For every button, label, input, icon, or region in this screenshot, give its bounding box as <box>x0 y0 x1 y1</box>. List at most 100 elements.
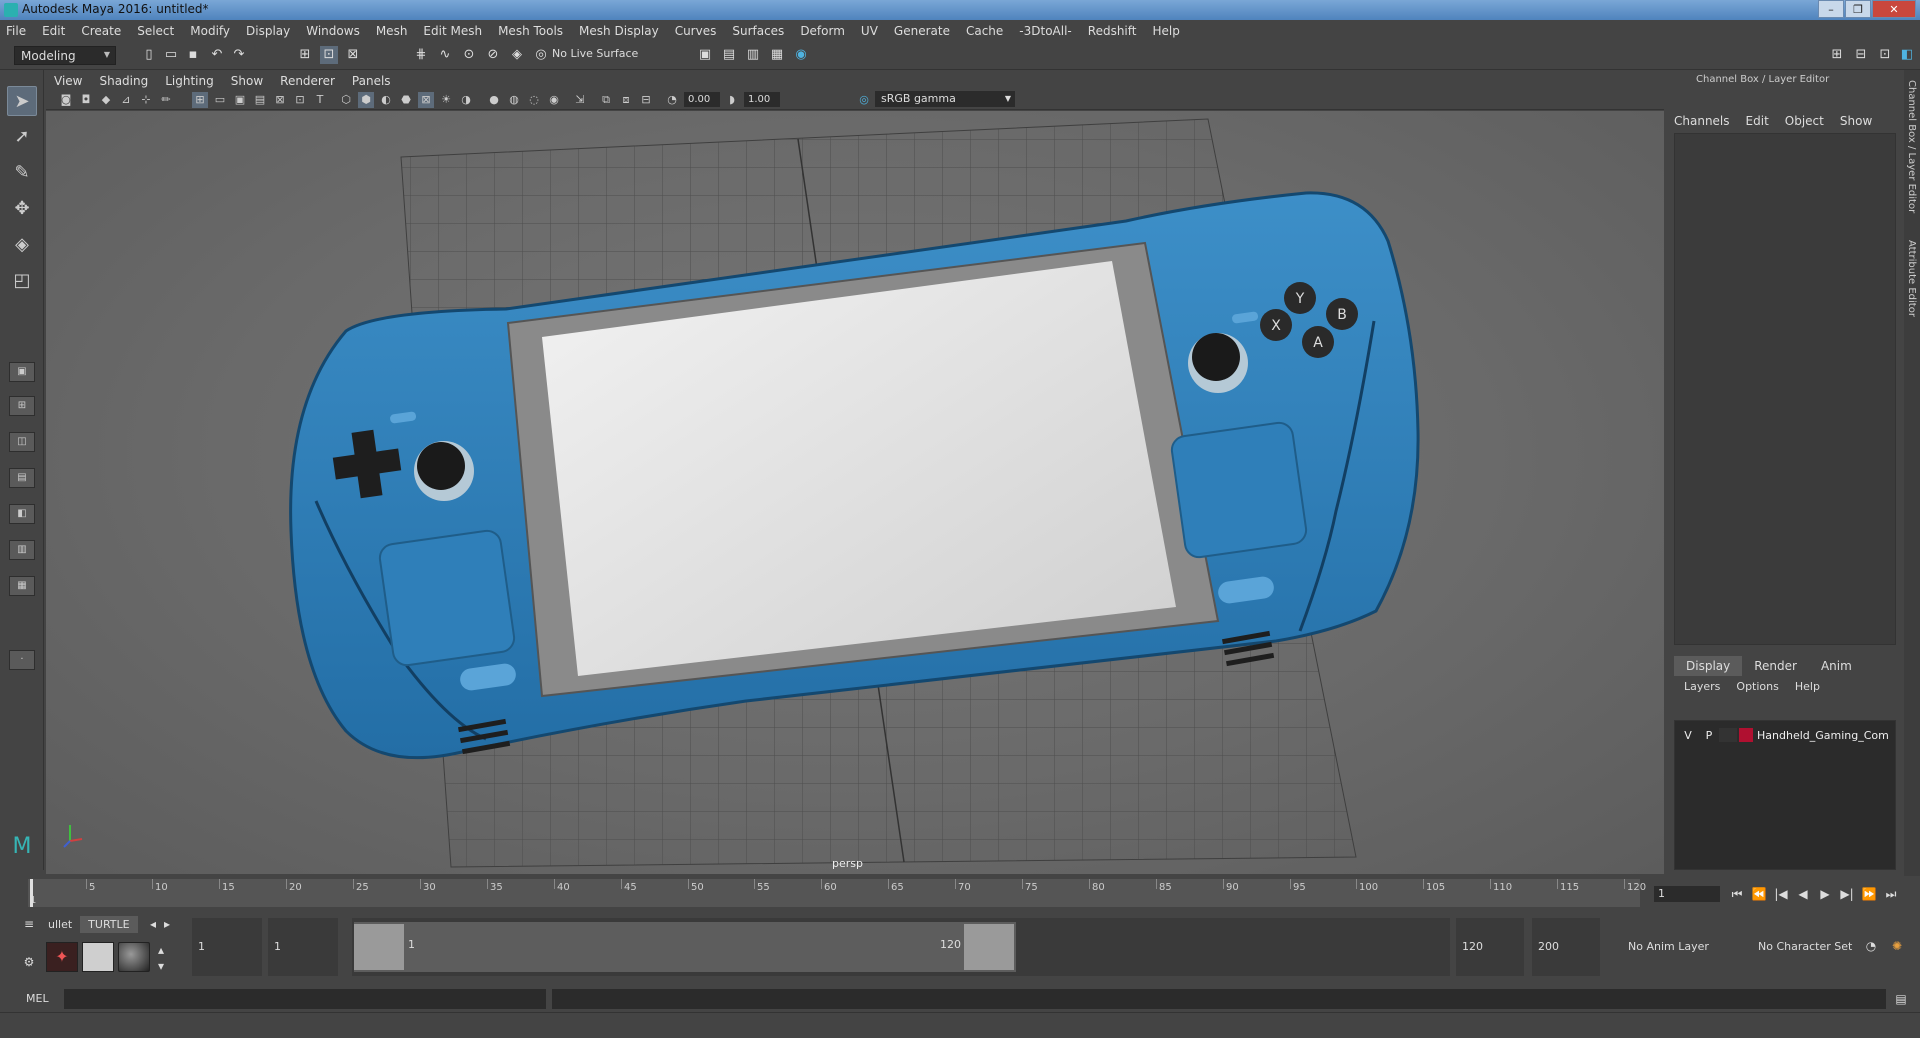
play-forward-icon[interactable]: ▶ <box>1816 886 1834 902</box>
channel-show-menu[interactable]: Show <box>1840 114 1872 128</box>
close-button[interactable]: ✕ <box>1872 0 1916 18</box>
select-component-icon[interactable]: ⊠ <box>344 46 362 64</box>
perspective-viewport[interactable]: Y X B A <box>46 111 1664 874</box>
range-slider[interactable]: 1 120 <box>352 918 1450 976</box>
layer-color-swatch[interactable] <box>1739 728 1753 742</box>
2d-pan-icon[interactable]: ⊹ <box>138 92 154 108</box>
snap-curve-icon[interactable]: ∿ <box>436 46 454 64</box>
scale-tool-icon[interactable]: ◰ <box>7 266 37 296</box>
menu-mesh[interactable]: Mesh <box>376 24 408 38</box>
anti-aliasing-icon[interactable]: ◌ <box>526 92 542 108</box>
single-view-icon[interactable]: ▣ <box>9 362 35 382</box>
render-view-icon[interactable]: ▣ <box>696 46 714 64</box>
layers-menu[interactable]: Layers <box>1684 680 1720 693</box>
persp-outliner-icon[interactable]: ◧ <box>9 504 35 524</box>
tab-anim[interactable]: Anim <box>1809 656 1864 676</box>
shelf-menu-icon[interactable]: ≡ <box>20 916 38 932</box>
menu-generate[interactable]: Generate <box>894 24 950 38</box>
gamma-icon[interactable]: ◗ <box>724 92 740 108</box>
auto-key-icon[interactable]: ◔ <box>1862 938 1880 954</box>
move-tool-icon[interactable]: ✥ <box>7 194 37 224</box>
redo-icon[interactable]: ↷ <box>230 46 248 64</box>
tab-display[interactable]: Display <box>1674 656 1743 676</box>
turtle-render-icon[interactable]: ✦ <box>46 942 78 972</box>
image-plane-icon[interactable]: ⊿ <box>118 92 134 108</box>
layer-name[interactable]: Handheld_Gaming_Com <box>1757 729 1889 742</box>
undo-icon[interactable]: ↶ <box>208 46 226 64</box>
side-by-side-icon[interactable]: ◫ <box>9 432 35 452</box>
viewport-menu-panels[interactable]: Panels <box>352 74 391 88</box>
range-start-handle[interactable] <box>354 924 404 970</box>
gamma-field[interactable]: 1.00 <box>744 92 780 107</box>
step-back-icon[interactable]: ⏪ <box>1750 886 1768 902</box>
four-view-icon[interactable]: ⊞ <box>9 396 35 416</box>
playback-end-field[interactable]: 120 <box>1456 918 1524 976</box>
command-language-label[interactable]: MEL <box>26 992 49 1005</box>
side-tab-attribute-editor[interactable]: Attribute Editor <box>1906 240 1917 317</box>
menu-redshift[interactable]: Redshift <box>1088 24 1137 38</box>
step-forward-icon[interactable]: ⏩ <box>1860 886 1878 902</box>
shelf-tab-bullet[interactable]: ullet <box>40 916 80 933</box>
paint-select-icon[interactable]: ✎ <box>7 158 37 188</box>
camera-lock-icon[interactable]: ◘ <box>78 92 94 108</box>
safe-title-icon[interactable]: T <box>312 92 328 108</box>
viewport-menu-renderer[interactable]: Renderer <box>280 74 335 88</box>
snap-grid-icon[interactable]: ⋕ <box>412 46 430 64</box>
snap-live-icon[interactable]: ◎ <box>532 46 550 64</box>
film-gate-icon[interactable]: ▭ <box>212 92 228 108</box>
rotate-tool-icon[interactable]: ◈ <box>7 230 37 260</box>
lights-icon[interactable]: ☀ <box>438 92 454 108</box>
select-hierarchy-icon[interactable]: ⊞ <box>296 46 314 64</box>
menu-select[interactable]: Select <box>137 24 174 38</box>
shelf-down-icon[interactable]: ▾ <box>152 958 170 974</box>
xray-icon[interactable]: ⧉ <box>598 92 614 108</box>
prev-key-icon[interactable]: |◀ <box>1772 886 1790 902</box>
lasso-tool-icon[interactable]: ➚ <box>7 122 37 152</box>
menu-deform[interactable]: Deform <box>800 24 845 38</box>
persp-uv-icon[interactable]: ▦ <box>9 576 35 596</box>
animation-start-field[interactable]: 1 <box>192 918 262 976</box>
menu-display[interactable]: Display <box>246 24 290 38</box>
persp-hypershade-icon[interactable]: ▥ <box>9 540 35 560</box>
grease-pencil-icon[interactable]: ✏ <box>158 92 174 108</box>
time-slider-track[interactable]: 1 5 10 15 20 25 30 35 40 45 50 55 60 65 70 75 80 85 90 95 1… <box>28 879 1646 907</box>
channel-edit-menu[interactable]: Edit <box>1746 114 1769 128</box>
exposure-field[interactable]: 0.00 <box>684 92 720 107</box>
menu-mesh-display[interactable]: Mesh Display <box>579 24 659 38</box>
menu-edit-mesh[interactable]: Edit Mesh <box>423 24 482 38</box>
script-editor-icon[interactable]: ▤ <box>1892 991 1910 1007</box>
menu-help[interactable]: Help <box>1152 24 1179 38</box>
isolate-select-icon[interactable]: ⇲ <box>572 92 588 108</box>
go-to-start-icon[interactable]: ⏮ <box>1728 886 1746 902</box>
channel-object-menu[interactable]: Object <box>1785 114 1824 128</box>
current-time-marker[interactable] <box>30 879 33 907</box>
go-to-end-icon[interactable]: ⏭ <box>1882 886 1900 902</box>
menu-uv[interactable]: UV <box>861 24 878 38</box>
shelf-settings-icon[interactable]: ⚙ <box>20 954 38 970</box>
viewport-menu-shading[interactable]: Shading <box>99 74 148 88</box>
minimize-button[interactable]: – <box>1818 0 1844 18</box>
workspace-icon[interactable]: ⊞ <box>1828 46 1846 64</box>
menu-curves[interactable]: Curves <box>675 24 717 38</box>
playback-start-field[interactable]: 1 <box>268 918 338 976</box>
xray-active-icon[interactable]: ⊟ <box>638 92 654 108</box>
layer-playback-toggle[interactable]: P <box>1699 729 1719 742</box>
channel-box-toggle-icon[interactable]: ◧ <box>1898 46 1916 64</box>
save-scene-icon[interactable]: ▪ <box>184 46 202 64</box>
exposure-icon[interactable]: ◔ <box>664 92 680 108</box>
motion-blur-icon[interactable]: ◍ <box>506 92 522 108</box>
layer-visibility-toggle[interactable]: V <box>1677 729 1699 742</box>
gate-mask-icon[interactable]: ▤ <box>252 92 268 108</box>
layout-icon[interactable]: ⊟ <box>1852 46 1870 64</box>
xray-joints-icon[interactable]: ⧈ <box>618 92 634 108</box>
viewport-menu-view[interactable]: View <box>54 74 82 88</box>
menu-3dtoall[interactable]: -3DtoAll- <box>1019 24 1071 38</box>
menu-create[interactable]: Create <box>81 24 121 38</box>
menu-file[interactable]: File <box>6 24 26 38</box>
menu-edit[interactable]: Edit <box>42 24 65 38</box>
mode-selector[interactable]: Modeling <box>14 46 116 65</box>
textured-icon[interactable]: ⊠ <box>418 92 434 108</box>
shelf-up-icon[interactable]: ▴ <box>152 942 170 958</box>
wireframe-shaded-icon[interactable]: ⬣ <box>398 92 414 108</box>
live-surface-label[interactable]: No Live Surface <box>552 47 638 60</box>
